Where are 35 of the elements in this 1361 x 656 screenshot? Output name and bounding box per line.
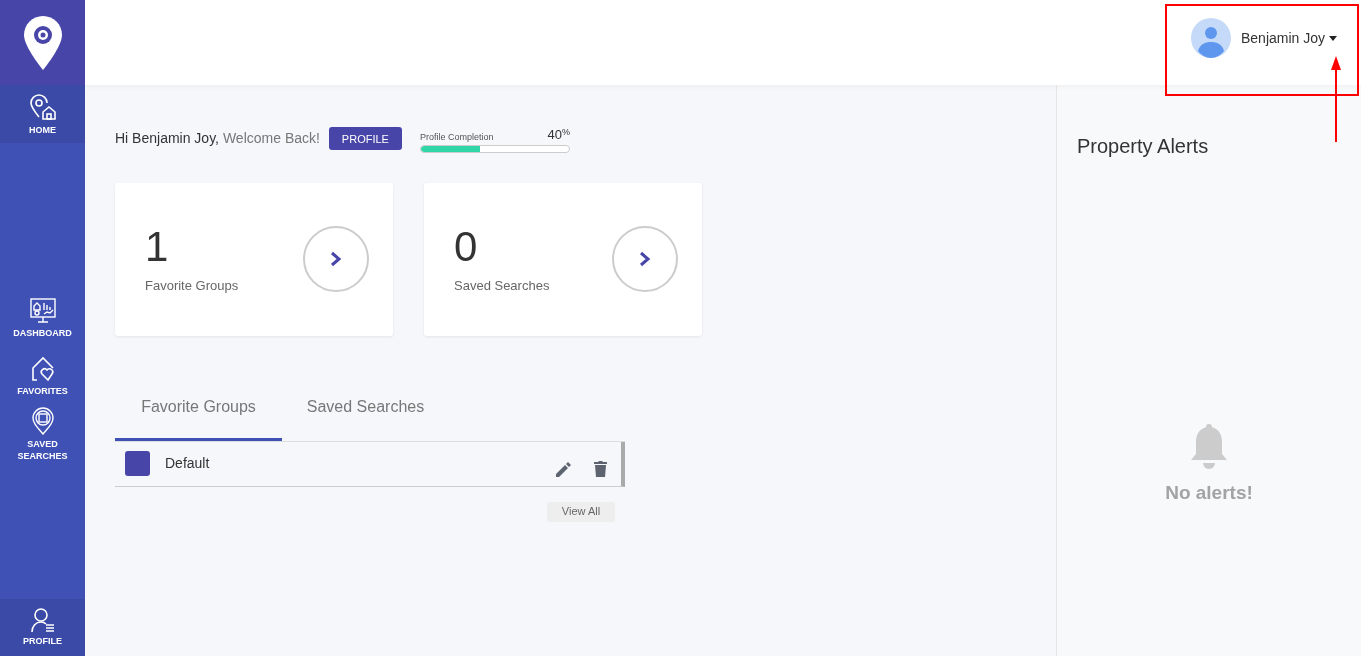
sidebar-item[interactable]: HOME — [0, 85, 85, 143]
chevron-right-icon — [639, 251, 651, 267]
edit-button[interactable] — [556, 460, 572, 477]
stat-count: 0 — [454, 222, 479, 273]
view-all-button[interactable]: View All — [547, 501, 615, 522]
sidebar-item[interactable]: SAVED SEARCHES — [0, 405, 85, 463]
monitor-chart-icon — [28, 297, 57, 324]
stat-label: Favorite Groups — [145, 277, 239, 296]
pin-house-icon — [28, 92, 57, 121]
group-row[interactable]: Default — [115, 441, 625, 487]
location-pin-logo-icon — [23, 15, 62, 70]
profile-button[interactable]: PROFILE — [328, 127, 402, 151]
sidebar-item[interactable]: DASHBOARD — [0, 289, 85, 347]
no-alerts-message: No alerts! — [1165, 481, 1253, 505]
sidebar-item[interactable]: FAVORITES — [0, 347, 85, 405]
tab[interactable]: Favorite Groups — [115, 390, 282, 441]
user-list-icon — [29, 606, 56, 633]
sidebar-item[interactable]: PROFILE — [0, 599, 85, 656]
avatar-icon — [1191, 18, 1231, 58]
delete-button[interactable] — [594, 460, 607, 477]
completion-label: Profile Completion — [419, 131, 494, 144]
caret-icon — [1329, 36, 1338, 41]
chevron-right-icon — [330, 251, 342, 267]
pin-document-icon — [30, 406, 55, 435]
stat-count: 1 — [145, 222, 170, 273]
user-menu[interactable]: Benjamin Joy — [1241, 28, 1338, 49]
welcome-text: Hi Benjamin Joy, Welcome Back! — [115, 129, 320, 149]
trash-icon — [594, 460, 607, 477]
bell-icon — [1189, 423, 1229, 471]
alerts-title: Property Alerts — [1076, 134, 1210, 159]
tab[interactable]: Saved Searches — [282, 390, 449, 441]
group-name: Default — [165, 454, 211, 473]
completion-percentage: 40$^{%}$ — [547, 125, 570, 144]
stat-label: Saved Searches — [454, 277, 550, 296]
pencil-icon — [556, 460, 572, 477]
